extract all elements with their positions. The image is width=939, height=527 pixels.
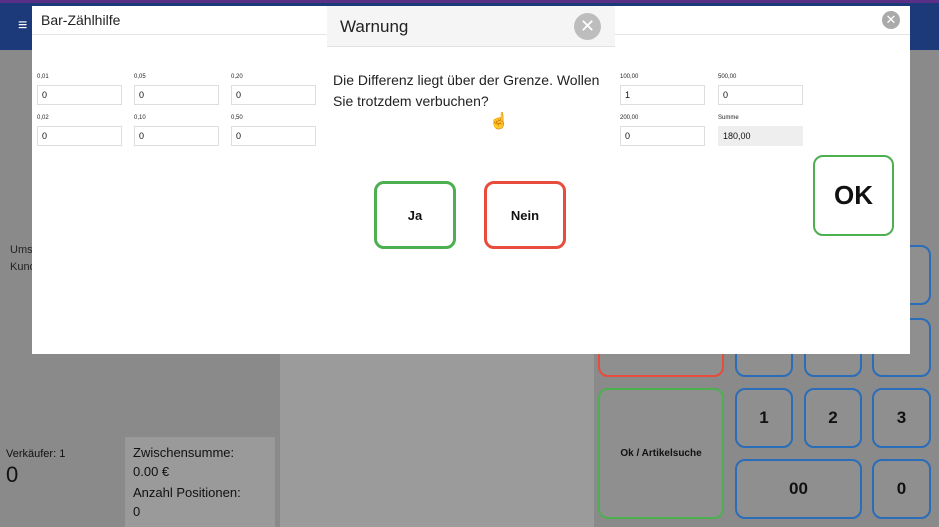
field-label: 500,00 <box>718 74 737 80</box>
key-2[interactable]: 2 <box>804 388 862 448</box>
key-3[interactable]: 3 <box>872 388 931 448</box>
warning-dialog: Warnung ✕ Die Differenz liegt über der G… <box>327 6 615 346</box>
key-1[interactable]: 1 <box>735 388 793 448</box>
field-input[interactable] <box>134 85 219 105</box>
field-input[interactable] <box>37 85 122 105</box>
positions-label: Anzahl Positionen: <box>133 485 241 500</box>
cart-area <box>280 354 594 527</box>
dialog-header: Warnung ✕ <box>327 6 615 47</box>
field-label: 100,00 <box>620 74 639 80</box>
field-label: 0,02 <box>37 115 49 121</box>
hamburger-icon[interactable]: ≡ <box>18 17 27 35</box>
field-label: 0,10 <box>134 115 146 121</box>
field-label: 0,01 <box>37 74 49 80</box>
sum-label: Summe <box>718 115 739 121</box>
field-input[interactable] <box>620 85 705 105</box>
seller-value: 0 <box>6 462 19 487</box>
subtotal-value: 0.00 € <box>133 464 170 479</box>
close-icon[interactable]: ✕ <box>574 13 601 40</box>
yes-button[interactable]: Ja <box>374 181 456 249</box>
field-label: 0,50 <box>231 115 243 121</box>
dialog-title: Warnung <box>340 17 409 36</box>
field-input[interactable] <box>231 126 316 146</box>
field-input[interactable] <box>718 85 803 105</box>
hand-cursor-icon: ☝ <box>489 113 509 130</box>
no-button[interactable]: Nein <box>484 181 566 249</box>
key-00[interactable]: 00 <box>735 459 862 519</box>
subtotal-label: Zwischensumme: <box>133 445 235 460</box>
seller-label: Verkäufer: 1 <box>6 448 66 460</box>
modal-title: Bar-Zählhilfe <box>41 12 121 28</box>
dialog-message: Die Differenz liegt über der Grenze. Wol… <box>333 72 600 109</box>
ok-button[interactable]: OK <box>813 155 894 236</box>
sum-field <box>718 126 803 146</box>
field-input[interactable] <box>37 126 122 146</box>
close-icon[interactable]: ✕ <box>882 11 900 29</box>
field-label: 0,05 <box>134 74 146 80</box>
bg-label-ums: Ums <box>10 244 33 256</box>
subtotal-panel: Zwischensumme: 0.00 € Anzahl Positionen:… <box>125 437 275 527</box>
field-label: 0,20 <box>231 74 243 80</box>
field-input[interactable] <box>231 85 316 105</box>
positions-value: 0 <box>133 504 141 519</box>
field-input[interactable] <box>134 126 219 146</box>
field-input[interactable] <box>620 126 705 146</box>
key-0[interactable]: 0 <box>872 459 931 519</box>
search-ok-button[interactable]: Ok / Artikelsuche <box>598 388 724 519</box>
field-label: 200,00 <box>620 115 639 121</box>
